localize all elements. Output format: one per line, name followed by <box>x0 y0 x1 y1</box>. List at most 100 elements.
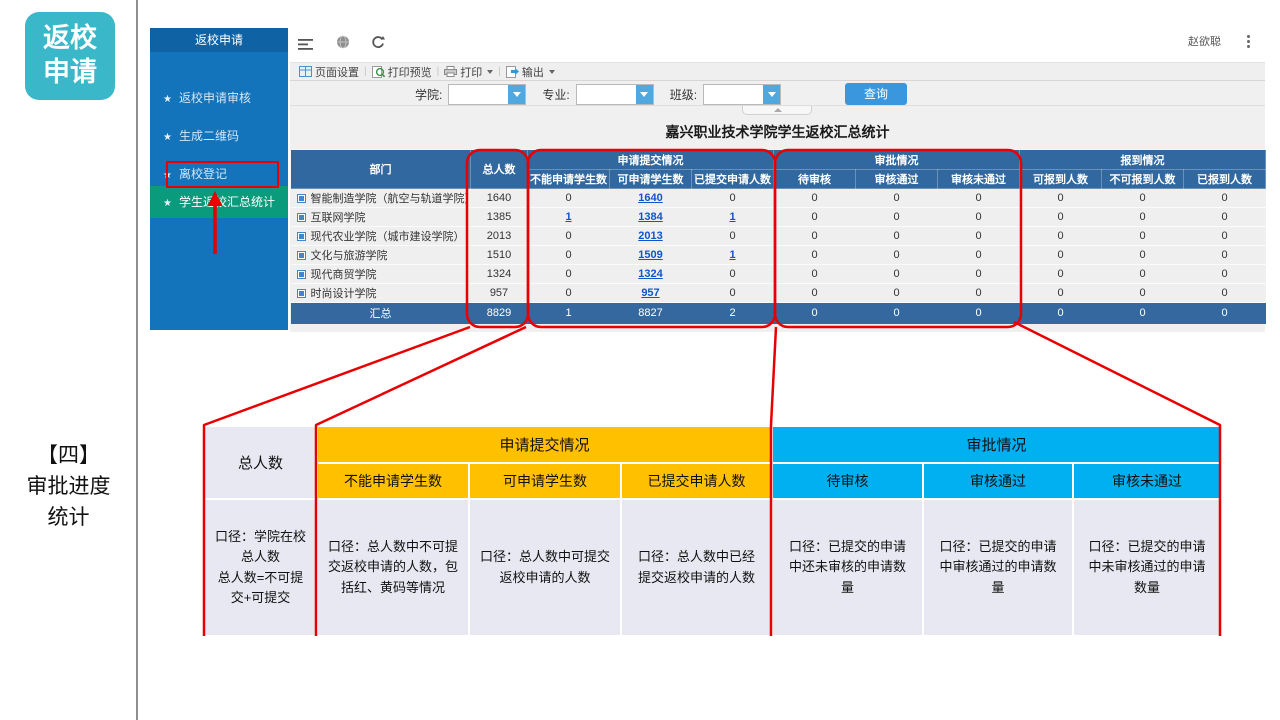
collapse-handle[interactable] <box>742 106 812 115</box>
count-link[interactable]: 1 <box>565 211 571 223</box>
col-header: 已提交申请人数 <box>692 170 774 189</box>
current-user[interactable]: 赵欲聪 <box>1188 33 1221 49</box>
count-link[interactable]: 1509 <box>638 249 662 261</box>
cell: 0 <box>1184 284 1266 303</box>
table-row: 智能制造学院（航空与轨道学院） 1640 0 1640 0 0 0 0 0 0 … <box>291 189 1266 208</box>
legend-col-header: 审核通过 <box>923 463 1073 499</box>
sidebar-item-return-apply-review[interactable]: ★返校申请审核 <box>150 86 288 110</box>
more-menu-icon[interactable] <box>1243 33 1253 50</box>
cell: 0 <box>528 246 610 265</box>
export-label: 输出 <box>522 64 544 80</box>
print-label: 打印 <box>460 64 482 80</box>
print-preview-button[interactable]: 打印预览 <box>367 63 437 80</box>
count-link[interactable]: 1324 <box>638 268 662 280</box>
count-link[interactable]: 2013 <box>638 230 662 242</box>
col-header: 待审核 <box>774 170 856 189</box>
cell: 0 <box>692 227 774 246</box>
count-link[interactable]: 1640 <box>638 192 662 204</box>
count-link[interactable]: 1 <box>729 249 735 261</box>
sidebar-item-leave-register[interactable]: ★离校登记 <box>150 162 288 186</box>
expand-icon[interactable] <box>297 232 306 241</box>
slide-caption: 【四】 审批进度 统计 <box>0 440 137 533</box>
print-button[interactable]: 打印 <box>439 63 498 80</box>
legend-desc: 口径：已提交的申请中未审核通过的申请数量 <box>1073 499 1221 636</box>
legend-col-header: 已提交申请人数 <box>621 463 772 499</box>
major-select[interactable] <box>576 84 654 105</box>
col-header: 审核未通过 <box>938 170 1020 189</box>
dept-name: 互联网学院 <box>311 212 366 224</box>
dept-name: 现代农业学院（城市建设学院） <box>311 231 465 243</box>
cell: 0 <box>1184 208 1266 227</box>
select-arrow-icon[interactable] <box>636 85 653 104</box>
college-select[interactable] <box>448 84 526 105</box>
cell: 0 <box>856 227 938 246</box>
legend-desc: 口径：总人数中已经提交返校申请的人数 <box>621 499 772 636</box>
total-cell: 0 <box>938 303 1020 324</box>
count-link[interactable]: 1384 <box>638 211 662 223</box>
cell: 0 <box>774 227 856 246</box>
magnifier-icon <box>372 66 385 78</box>
expand-icon[interactable] <box>297 270 306 279</box>
legend-table: 总人数 申请提交情况 审批情况 不能申请学生数 可申请学生数 已提交申请人数 待… <box>203 425 1222 637</box>
group-header-report: 报到情况 <box>1020 150 1266 170</box>
col-header-total: 总人数 <box>471 150 528 189</box>
total-cell: 2 <box>692 303 774 324</box>
sidebar-item-return-summary-stats[interactable]: ★学生返校汇总统计 <box>150 186 288 218</box>
cell: 0 <box>528 265 610 284</box>
cell: 0 <box>1020 265 1102 284</box>
globe-icon[interactable] <box>336 35 350 54</box>
cell: 0 <box>938 246 1020 265</box>
college-label: 学院: <box>415 86 442 103</box>
filter-strip: 学院: 专业: 班级: 查询 <box>290 81 1265 106</box>
cell: 0 <box>1102 227 1184 246</box>
class-select[interactable] <box>703 84 781 105</box>
total-row: 汇总 8829 1 8827 2 0 0 0 0 0 0 <box>291 303 1266 324</box>
cell: 0 <box>1102 189 1184 208</box>
print-preview-label: 打印预览 <box>388 64 432 80</box>
expand-icon[interactable] <box>297 289 306 298</box>
sidebar-item-label: 返校申请审核 <box>179 91 251 105</box>
select-arrow-icon[interactable] <box>763 85 780 104</box>
expand-icon[interactable] <box>297 213 306 222</box>
total-cell: 1 <box>528 303 610 324</box>
col-header: 可申请学生数 <box>610 170 692 189</box>
collapse-menu-icon[interactable] <box>298 37 313 55</box>
star-icon: ★ <box>163 132 172 143</box>
dept-name: 智能制造学院（航空与轨道学院） <box>311 193 471 205</box>
logo-line: 返校 <box>25 21 115 55</box>
refresh-icon[interactable] <box>371 35 385 54</box>
dept-name: 现代商贸学院 <box>311 269 377 281</box>
expand-icon[interactable] <box>297 251 306 260</box>
cell-total: 1640 <box>471 189 528 208</box>
caption-line: 统计 <box>0 502 137 533</box>
select-arrow-icon[interactable] <box>508 85 525 104</box>
legend-col-header: 审核未通过 <box>1073 463 1221 499</box>
table-row: 现代商贸学院 1324 0 1324 0 0 0 0 0 0 0 <box>291 265 1266 284</box>
report-toolbar: 页面设置 | 打印预览 | 打印 | 输出 <box>290 62 1265 81</box>
total-cell: 0 <box>1102 303 1184 324</box>
total-cell: 0 <box>1020 303 1102 324</box>
cell: 0 <box>774 208 856 227</box>
group-header-submit: 申请提交情况 <box>528 150 774 170</box>
count-link[interactable]: 957 <box>641 287 659 299</box>
sidebar-item-generate-qrcode[interactable]: ★生成二维码 <box>150 124 288 148</box>
count-link[interactable]: 1 <box>729 211 735 223</box>
export-button[interactable]: 输出 <box>501 63 560 80</box>
cell-total: 1385 <box>471 208 528 227</box>
expand-icon[interactable] <box>297 194 306 203</box>
cell: 0 <box>856 208 938 227</box>
legend-total-header: 总人数 <box>204 426 317 499</box>
cell: 0 <box>1020 246 1102 265</box>
col-header: 已报到人数 <box>1184 170 1266 189</box>
total-cell: 0 <box>1184 303 1266 324</box>
major-label: 专业: <box>542 86 569 103</box>
page-setup-button[interactable]: 页面设置 <box>294 63 364 80</box>
cell: 0 <box>774 189 856 208</box>
cell-total: 957 <box>471 284 528 303</box>
search-button[interactable]: 查询 <box>845 83 907 105</box>
col-header: 不能申请学生数 <box>528 170 610 189</box>
sidebar-item-label: 学生返校汇总统计 <box>179 195 275 209</box>
group-header-approve: 审批情况 <box>774 150 1020 170</box>
vertical-divider <box>136 0 138 720</box>
total-label: 汇总 <box>291 303 471 324</box>
